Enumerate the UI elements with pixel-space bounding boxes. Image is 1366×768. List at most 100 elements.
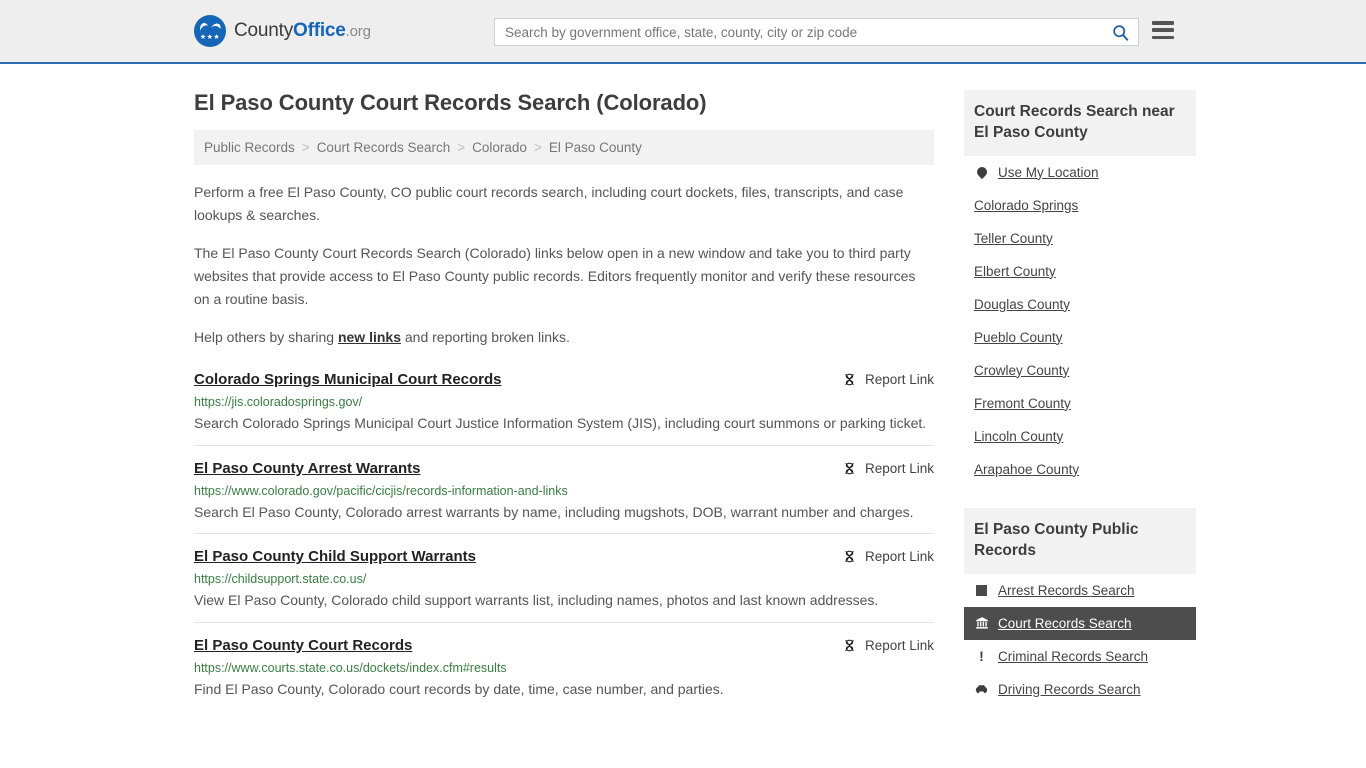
sidebar-item-pueblo-county[interactable]: Pueblo County: [964, 321, 1196, 354]
result-url: https://childsupport.state.co.us/: [194, 572, 367, 587]
search-icon: [1112, 24, 1128, 41]
search-input[interactable]: [495, 19, 1102, 45]
result-item: Colorado Springs Municipal Court Records…: [194, 365, 934, 445]
breadcrumb-item-court-records-search[interactable]: Court Records Search: [317, 140, 451, 155]
result-title-link[interactable]: Colorado Springs Municipal Court Records: [194, 371, 502, 388]
breadcrumb-separator: >: [301, 140, 310, 155]
report-link-button[interactable]: Report Link: [842, 372, 934, 387]
result-url: https://www.colorado.gov/pacific/cicjis/…: [194, 483, 568, 498]
list-item: Pueblo County: [964, 321, 1196, 354]
result-description: View El Paso County, Colorado child supp…: [194, 592, 879, 609]
list-item: Teller County: [964, 222, 1196, 255]
list-item: Court Records Search: [964, 606, 1196, 640]
sidebar-item-label: Teller County: [974, 230, 1053, 246]
sidebar-item-label: Driving Records Search: [998, 681, 1141, 697]
eagle-shield-icon: ★★★: [194, 15, 226, 47]
site-header: ★★★ CountyOffice.org: [0, 0, 1366, 64]
report-link-label: Report Link: [864, 549, 934, 565]
exclamation-icon: !: [979, 648, 984, 664]
sidebar-item-crowley-county[interactable]: Crowley County: [964, 354, 1196, 387]
sidebar-item-lincoln-county[interactable]: Lincoln County: [964, 420, 1196, 453]
breadcrumb-item-el-paso-county: El Paso County: [548, 140, 642, 155]
result-header: Colorado Springs Municipal Court Records…: [194, 371, 934, 388]
main-content: El Paso County Court Records Search (Col…: [194, 64, 934, 711]
report-link-button[interactable]: Report Link: [842, 461, 934, 476]
sidebar-item-douglas-county[interactable]: Douglas County: [964, 288, 1196, 321]
result-description: Find El Paso County, Colorado court reco…: [194, 681, 724, 698]
sidebar-item-label: Criminal Records Search: [998, 648, 1149, 664]
list-item: Elbert County: [964, 255, 1196, 288]
list-item: Crowley County: [964, 354, 1196, 387]
page-title: El Paso County Court Records Search (Col…: [194, 90, 707, 115]
new-links-link[interactable]: new links: [338, 329, 401, 345]
sidebar-item-colorado-springs[interactable]: Colorado Springs: [964, 189, 1196, 222]
breadcrumb: Public Records > Court Records Search > …: [194, 130, 934, 165]
site-logo[interactable]: ★★★ CountyOffice.org: [194, 15, 371, 47]
intro-paragraph-2: The El Paso County Court Records Search …: [194, 245, 916, 307]
breadcrumb-item-colorado[interactable]: Colorado: [472, 140, 527, 155]
brand-part-county: County: [234, 20, 294, 41]
sidebar-item-teller-county[interactable]: Teller County: [964, 222, 1196, 255]
sidebar-item-label: Arrest Records Search: [998, 582, 1135, 598]
sidebar-item-arapahoe-county[interactable]: Arapahoe County: [964, 453, 1196, 486]
broken-link-icon: [845, 373, 854, 386]
car-icon: [974, 683, 989, 695]
report-link-button[interactable]: Report Link: [842, 549, 934, 564]
sidebar-item-label: Colorado Springs: [974, 197, 1079, 213]
sidebar-item-elbert-county[interactable]: Elbert County: [964, 255, 1196, 288]
courthouse-icon: [974, 616, 989, 630]
result-title-link[interactable]: El Paso County Arrest Warrants: [194, 460, 420, 477]
result-title-link[interactable]: El Paso County Court Records: [194, 637, 412, 654]
list-item: Lincoln County: [964, 420, 1196, 453]
breadcrumb-separator: >: [457, 140, 466, 155]
intro-p3-before: Help others by sharing: [194, 329, 338, 346]
sidebar-item-label: Lincoln County: [974, 428, 1064, 444]
report-link-label: Report Link: [864, 460, 934, 476]
sidebar-public-records-list: Arrest Records Search Court Records Sear…: [964, 574, 1196, 706]
broken-link-icon: [845, 462, 854, 474]
result-item: El Paso County Child Support Warrants Re…: [194, 533, 934, 622]
brand-part-tld: .org: [345, 23, 371, 40]
result-title-link[interactable]: El Paso County Child Support Warrants: [194, 548, 476, 565]
results-list: Colorado Springs Municipal Court Records…: [194, 365, 934, 711]
intro-p3-after: and reporting broken links.: [401, 329, 570, 346]
result-url: https://jis.coloradosprings.gov/: [194, 395, 363, 410]
search-bar: [494, 18, 1139, 46]
sidebar-item-criminal-records-search[interactable]: ! Criminal Records Search: [964, 640, 1196, 673]
brand-part-office: Office: [293, 20, 346, 41]
sidebar-item-driving-records-search[interactable]: Driving Records Search: [964, 673, 1196, 706]
breadcrumb-item-public-records[interactable]: Public Records: [204, 140, 295, 155]
sidebar-item-court-records-search[interactable]: Court Records Search: [964, 606, 1196, 640]
intro-paragraph-1: Perform a free El Paso County, CO public…: [194, 184, 904, 223]
search-button[interactable]: [1102, 19, 1138, 45]
report-link-button[interactable]: Report Link: [842, 638, 934, 653]
sidebar-item-arrest-records-search[interactable]: Arrest Records Search: [964, 574, 1196, 607]
sidebar-item-use-my-location[interactable]: Use My Location: [964, 156, 1196, 189]
sidebar-item-fremont-county[interactable]: Fremont County: [964, 387, 1196, 420]
intro-text: Perform a free El Paso County, CO public…: [194, 181, 934, 349]
list-item: Arapahoe County: [964, 453, 1196, 486]
sidebar-nearby-list: Use My Location Colorado Springs Teller …: [964, 156, 1196, 486]
result-header: El Paso County Child Support Warrants Re…: [194, 548, 934, 565]
sidebar-nearby-box: Court Records Search near El Paso County…: [964, 90, 1196, 486]
sidebar-item-label: Elbert County: [974, 263, 1056, 279]
breadcrumb-separator: >: [533, 140, 542, 155]
sidebar-item-label: Use My Location: [998, 164, 1099, 180]
report-link-label: Report Link: [864, 372, 934, 388]
handcuffs-square-icon: [974, 584, 989, 596]
result-item: El Paso County Court Records Report Link…: [194, 622, 934, 711]
broken-link-icon: [845, 551, 854, 563]
sidebar: Court Records Search near El Paso County…: [964, 64, 1196, 711]
sidebar-item-label: Arapahoe County: [974, 461, 1080, 477]
sidebar-public-records-heading: El Paso County Public Records: [964, 507, 1196, 574]
sidebar-item-label: Court Records Search: [998, 615, 1132, 631]
hamburger-menu-icon[interactable]: [1152, 21, 1174, 39]
result-header: El Paso County Arrest Warrants Report Li…: [194, 460, 934, 477]
map-pin-icon: [974, 165, 989, 180]
result-url: https://www.courts.state.co.us/dockets/i…: [194, 661, 507, 676]
result-header: El Paso County Court Records Report Link: [194, 637, 934, 654]
list-item: Arrest Records Search: [964, 574, 1196, 607]
report-link-label: Report Link: [864, 638, 934, 654]
result-description: Search Colorado Springs Municipal Court …: [194, 415, 927, 432]
sidebar-item-label: Crowley County: [974, 362, 1070, 378]
